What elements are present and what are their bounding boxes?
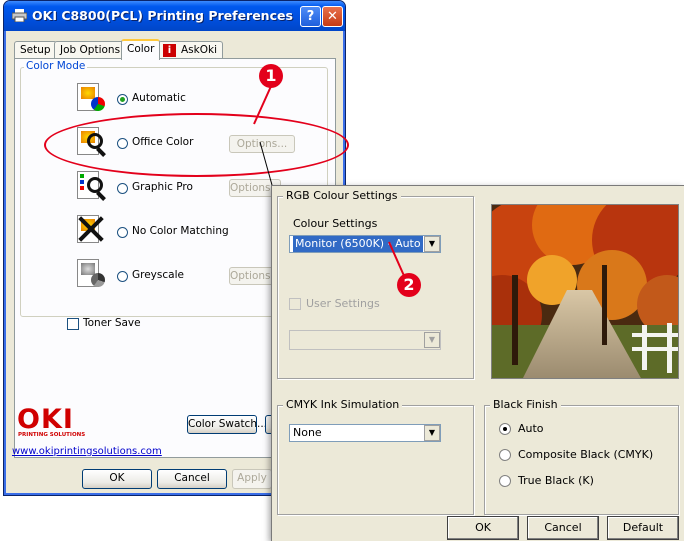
black-finish-auto-radio[interactable]	[499, 423, 511, 435]
close-button[interactable]: ✕	[322, 6, 343, 27]
callout-ellipse-office-color	[44, 113, 349, 177]
colour-settings-dropdown[interactable]: Monitor (6500K) - Auto ▼	[289, 235, 441, 253]
colour-settings-label: Colour Settings	[293, 217, 378, 230]
colour-preview-image	[491, 204, 679, 379]
black-finish-composite-radio[interactable]	[499, 449, 511, 461]
cmyk-dropdown[interactable]: None ▼	[289, 424, 441, 442]
color-mode-title: Color Mode	[24, 60, 88, 72]
cmyk-group-title: CMYK Ink Simulation	[283, 398, 403, 411]
apply-button[interactable]: Apply	[232, 469, 272, 489]
graphic-pro-radio[interactable]	[117, 183, 128, 194]
info-icon: i	[163, 44, 176, 57]
title-bar[interactable]: OKI C8800(PCL) Printing Preferences ? ✕	[4, 1, 345, 31]
automatic-label[interactable]: Automatic	[132, 92, 186, 104]
rgb-group-title: RGB Colour Settings	[283, 189, 401, 202]
oki-logo: OKI	[17, 404, 74, 435]
toner-save-checkbox[interactable]	[67, 318, 79, 330]
callout-line-1	[253, 83, 273, 125]
no-color-matching-label[interactable]: No Color Matching	[132, 225, 229, 237]
tab-setup[interactable]: Setup	[14, 41, 57, 59]
graphic-pro-label[interactable]: Graphic Pro	[132, 181, 193, 193]
black-finish-title: Black Finish	[490, 398, 561, 411]
black-finish-auto-label[interactable]: Auto	[518, 422, 544, 435]
automatic-radio[interactable]	[117, 94, 128, 105]
rgb-ok-button[interactable]: OK	[447, 516, 519, 540]
tab-askoki[interactable]: i AskOki	[158, 41, 223, 59]
chevron-down-icon-disabled[interactable]: ▼	[424, 332, 440, 348]
autumn-road-photo	[492, 205, 678, 378]
callout-badge-1: 1	[259, 64, 283, 88]
cancel-button[interactable]: Cancel	[157, 469, 227, 489]
tab-job-options[interactable]: Job Options	[54, 41, 127, 59]
greyscale-radio[interactable]	[117, 271, 128, 282]
chevron-down-icon-cmyk[interactable]: ▼	[424, 425, 440, 441]
callout-badge-2: 2	[397, 273, 421, 297]
rgb-colour-settings-dialog: RGB Colour Settings Colour Settings Moni…	[271, 185, 684, 541]
rgb-default-button[interactable]: Default	[607, 516, 679, 540]
color-swatch-button[interactable]: Color Swatch...	[187, 415, 267, 434]
cmyk-value: None	[293, 426, 322, 439]
tab-color[interactable]: Color	[121, 39, 161, 60]
ok-button[interactable]: OK	[82, 469, 152, 489]
black-finish-true-black-radio[interactable]	[499, 475, 511, 487]
user-settings-dropdown[interactable]: ▼	[289, 330, 441, 350]
chevron-down-icon[interactable]: ▼	[424, 236, 440, 252]
no-color-matching-icon	[73, 213, 109, 247]
printer-icon	[12, 9, 27, 22]
toner-save-label[interactable]: Toner Save	[83, 317, 141, 329]
help-button[interactable]: ?	[300, 6, 321, 27]
oki-website-link[interactable]: www.okiprintingsolutions.com	[12, 446, 162, 457]
black-finish-composite-label[interactable]: Composite Black (CMYK)	[518, 448, 653, 461]
tab-askoki-label: AskOki	[181, 44, 217, 56]
greyscale-icon	[73, 257, 109, 291]
black-finish-true-black-label[interactable]: True Black (K)	[518, 474, 594, 487]
no-color-matching-radio[interactable]	[117, 227, 128, 238]
user-settings-checkbox[interactable]	[289, 298, 301, 310]
user-settings-label[interactable]: User Settings	[306, 297, 380, 310]
oki-tagline: PRINTING SOLUTIONS	[18, 432, 86, 438]
greyscale-label[interactable]: Greyscale	[132, 269, 184, 281]
automatic-mode-icon	[73, 81, 109, 115]
rgb-cancel-button[interactable]: Cancel	[527, 516, 599, 540]
graphic-pro-icon	[73, 169, 109, 203]
cmyk-ink-simulation-group	[277, 405, 474, 515]
window-title: OKI C8800(PCL) Printing Preferences	[32, 8, 293, 23]
